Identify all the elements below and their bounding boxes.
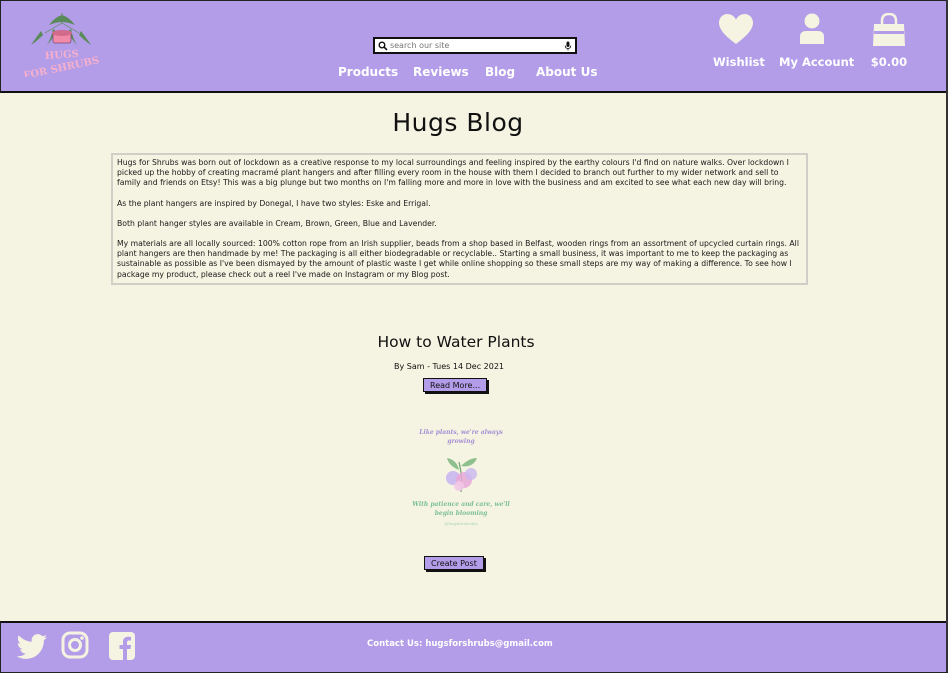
facebook-icon[interactable] [108,631,136,661]
image-text-top: Like plants, we're always growing [419,429,503,445]
instagram-icon[interactable] [61,631,89,659]
twitter-icon[interactable] [17,634,48,660]
post-title: How to Water Plants [377,333,535,351]
contact-info: Contact Us: hugsforshrubs@gmail.com [367,639,553,649]
about-paragraph: Hugs for Shrubs was born out of lockdown… [117,158,789,188]
my-account-label: My Account [779,55,855,69]
my-account-link[interactable]: My Account [779,13,855,69]
nav-about-us[interactable]: About Us [536,65,597,79]
wishlist-link[interactable]: Wishlist [713,13,765,69]
nav-products[interactable]: Products [338,65,398,79]
page-title: Hugs Blog [392,108,524,137]
image-text-bottom: With patience and care, we'll begin bloo… [412,501,510,517]
contact-label: Contact Us: [367,639,423,649]
search-input[interactable] [387,39,565,52]
post-image: Like plants, we're always growing With p… [411,420,511,532]
site-header: HUGS FOR SHRUBS Products Reviews Blog Ab… [0,0,948,93]
user-icon [800,13,824,44]
about-paragraph: My materials are all locally sourced: 10… [117,239,799,279]
shopping-bag-icon [873,13,905,46]
microphone-icon[interactable] [564,41,572,51]
about-paragraph: Both plant hanger styles are available i… [117,218,437,228]
post-meta: By Sam - Tues 14 Dec 2021 [394,362,504,371]
nav-reviews[interactable]: Reviews [413,65,469,79]
flower-illustration [446,458,477,493]
heart-icon [719,14,753,44]
nav-blog[interactable]: Blog [485,65,515,79]
contact-email[interactable]: hugsforshrubs@gmail.com [425,639,552,649]
create-post-button[interactable]: Create Post [424,556,484,570]
site-footer: Contact Us: hugsforshrubs@gmail.com [0,621,948,673]
image-handle: @hugsforshrubs [444,521,478,526]
read-more-button[interactable]: Read More... [423,378,488,392]
wishlist-label: Wishlist [713,55,765,69]
search-bar [373,37,577,54]
about-text-box: Hugs for Shrubs was born out of lockdown… [111,153,808,285]
cart-link[interactable]: $0.00 [867,13,911,69]
about-paragraph: As the plant hangers are inspired by Don… [117,198,431,208]
search-icon[interactable] [378,41,388,51]
cart-total: $0.00 [870,55,908,69]
